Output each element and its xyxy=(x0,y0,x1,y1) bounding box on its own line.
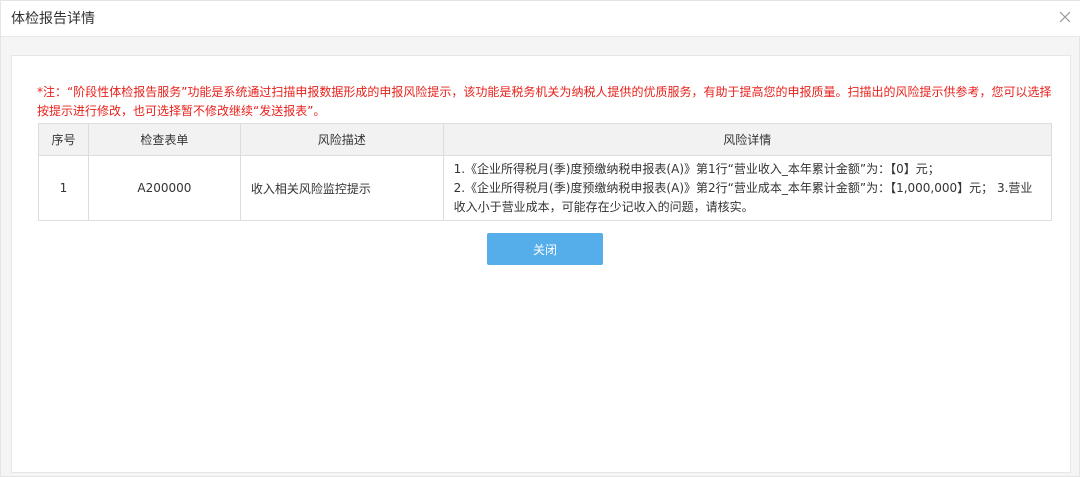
report-dialog: 体检报告详情 *注：“阶段性体检报告服务”功能是系统通过扫描申报数据形成的申报风… xyxy=(0,0,1080,477)
column-header-index: 序号 xyxy=(38,123,89,156)
row-details: 1.《企业所得税月(季)度预缴纳税申报表(A)》第1行“营业收入_本年累计金额”… xyxy=(442,155,1053,221)
risk-table: 序号 检查表单 风险描述 风险详情 1 A200000 收入相关风险监控提示 1… xyxy=(38,123,1053,221)
column-header-form: 检查表单 xyxy=(87,123,241,156)
close-icon[interactable] xyxy=(1057,9,1073,25)
close-button[interactable]: 关闭 xyxy=(487,233,603,265)
row-form: A200000 xyxy=(87,155,241,221)
dialog-title: 体检报告详情 xyxy=(11,11,95,27)
table-row: 1 A200000 收入相关风险监控提示 1.《企业所得税月(季)度预缴纳税申报… xyxy=(38,155,1053,221)
dialog-body: *注：“阶段性体检报告服务”功能是系统通过扫描申报数据形成的申报风险提示，该功能… xyxy=(11,55,1071,473)
detail-line-1: 1.《企业所得税月(季)度预缴纳税申报表(A)》第1行“营业收入_本年累计金额”… xyxy=(453,161,940,176)
table-header-row: 序号 检查表单 风险描述 风险详情 xyxy=(38,123,1053,156)
column-header-description: 风险描述 xyxy=(239,123,444,156)
detail-line-2: 2.《企业所得税月(季)度预缴纳税申报表(A)》第2行“营业成本_本年累计金额”… xyxy=(453,180,1033,214)
row-index: 1 xyxy=(38,155,89,221)
dialog-header: 体检报告详情 xyxy=(1,1,1080,37)
column-header-details: 风险详情 xyxy=(442,123,1053,156)
risk-notice: *注：“阶段性体检报告服务”功能是系统通过扫描申报数据形成的申报风险提示，该功能… xyxy=(37,85,1052,118)
row-description: 收入相关风险监控提示 xyxy=(239,155,444,221)
